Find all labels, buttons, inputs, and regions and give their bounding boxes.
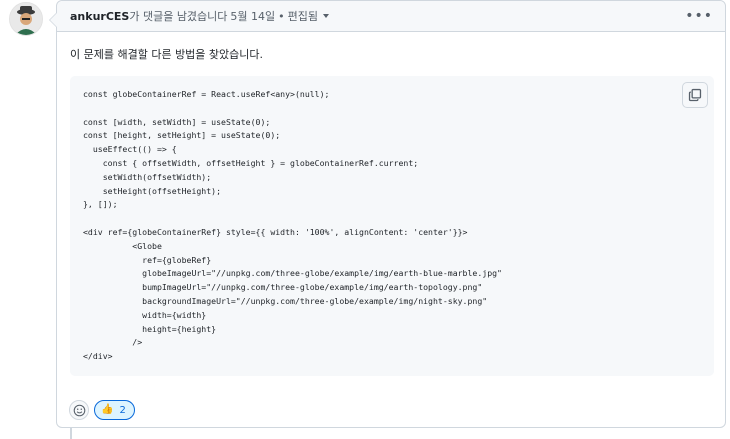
reaction-thumbs-up-button[interactable]: 👍 2 [94,400,135,420]
edited-label[interactable]: 편집됨 [288,8,318,24]
code-content: const globeContainerRef = React.useRef<a… [83,89,502,362]
comment-card: ankurCES 가 댓글을 남겼습니다 5월 14일 • 편집됨 ••• 이 … [49,0,726,428]
avatar-image [10,3,42,35]
comment-date[interactable]: 5월 14일 [230,8,275,24]
avatar[interactable] [9,2,43,36]
copy-button[interactable] [682,82,708,108]
separator-bullet: • [278,9,285,23]
comment-body: 이 문제를 해결할 다른 방법을 찾았습니다. const globeConta… [57,32,725,376]
kebab-menu-icon[interactable]: ••• [685,9,713,23]
comment-text: 이 문제를 해결할 다른 방법을 찾았습니다. [70,48,264,61]
reaction-count: 2 [119,404,126,416]
comment-header: ankurCES 가 댓글을 남겼습니다 5월 14일 • 편집됨 ••• [57,1,725,32]
thumbs-up-icon: 👍 [101,404,114,415]
timeline-connector [70,428,72,439]
chevron-down-icon[interactable] [323,14,330,18]
reactions-bar: 👍 2 [69,400,135,420]
copy-icon [688,88,702,102]
add-reaction-button[interactable] [69,400,89,420]
comment-thread: ankurCES 가 댓글을 남겼습니다 5월 14일 • 편집됨 ••• 이 … [0,0,730,439]
code-block: const globeContainerRef = React.useRef<a… [70,76,714,376]
comment-action-text: 가 댓글을 남겼습니다 [129,10,228,23]
author-link[interactable]: ankurCES [70,10,129,23]
smiley-icon [73,404,85,416]
